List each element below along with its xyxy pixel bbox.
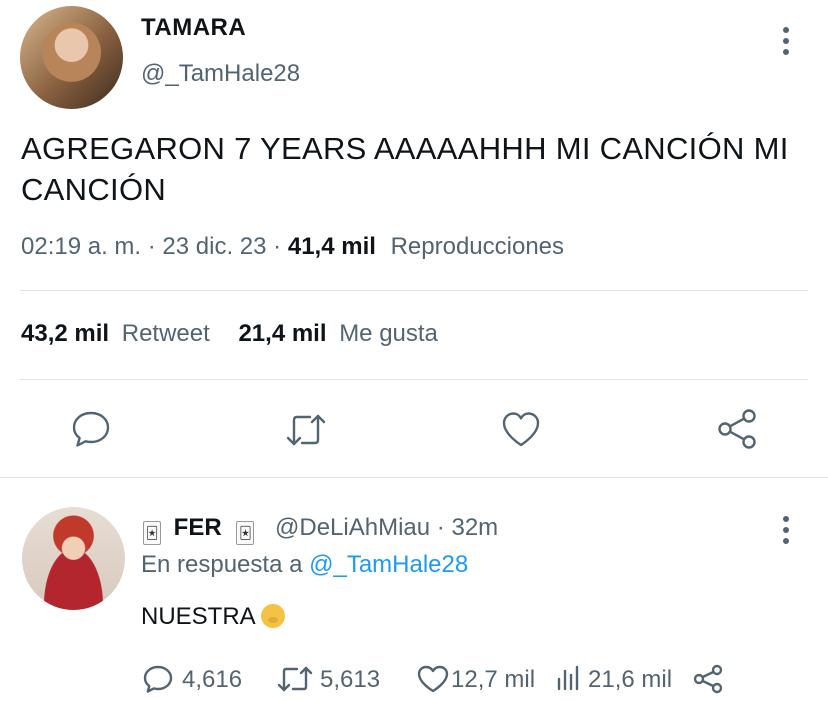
views-icon[interactable] (554, 663, 584, 693)
reply-author-display-name[interactable]: FER (174, 514, 222, 541)
reply-author-handle[interactable]: @DeLiAhMiau (275, 514, 430, 541)
separator-dot: · (147, 233, 163, 260)
card-emoji-icon: 🃏 (236, 521, 255, 545)
reply-text-row: NUESTRA (141, 603, 286, 631)
more-options-icon[interactable] (783, 27, 789, 60)
yawning-face-emoji-icon (261, 604, 286, 628)
author-avatar[interactable] (20, 6, 123, 109)
like-icon[interactable] (500, 409, 542, 449)
reply-text: NUESTRA (141, 603, 255, 630)
retweets-stat[interactable]: 43,2 mil Retweet (21, 320, 210, 347)
likes-count: 21,4 mil (238, 320, 327, 347)
author-display-name[interactable]: TAMARA (141, 14, 246, 42)
reply-icon[interactable] (70, 408, 112, 450)
tweet-text: AGREGARON 7 YEARS AAAAAHHH MI CANCIÓN MI… (21, 131, 789, 207)
reply-views-count: 21,6 mil (588, 666, 673, 693)
reply-header: 🃏 FER 🃏 @DeLiAhMiau · 32m (143, 514, 498, 545)
divider (20, 290, 808, 291)
reply-retweets-count: 5,613 (320, 666, 381, 693)
reply-age[interactable]: 32m (451, 514, 498, 541)
tweet-time[interactable]: 02:19 a. m. (21, 233, 141, 260)
separator-dot: · (273, 233, 288, 260)
like-icon[interactable] (416, 664, 450, 694)
card-emoji-icon: 🃏 (143, 521, 161, 545)
engagement-stats: 43,2 mil Retweet 21,4 mil Me gusta (21, 320, 438, 348)
retweets-count: 43,2 mil (21, 320, 110, 347)
section-divider (0, 477, 828, 478)
retweet-icon[interactable] (284, 410, 328, 450)
likes-label: Me gusta (339, 320, 438, 347)
share-icon[interactable] (692, 664, 724, 694)
reply-context: En respuesta a @_TamHale28 (141, 551, 468, 579)
reply-icon[interactable] (142, 663, 174, 695)
more-options-icon[interactable] (783, 516, 789, 549)
reply-likes-count: 12,7 mil (451, 666, 536, 693)
tweet-date[interactable]: 23 dic. 23 (162, 233, 266, 260)
views-label: Reproducciones (390, 233, 565, 260)
divider (20, 379, 808, 380)
separator-dot: · (436, 514, 452, 541)
share-icon[interactable] (716, 408, 758, 450)
retweet-icon[interactable] (275, 664, 315, 694)
author-handle[interactable]: @_TamHale28 (141, 60, 300, 88)
reply-author-avatar[interactable] (22, 507, 125, 610)
likes-stat[interactable]: 21,4 mil Me gusta (238, 320, 437, 347)
reply-to-label: En respuesta a (141, 551, 303, 578)
reply-to-handle-link[interactable]: @_TamHale28 (309, 551, 468, 578)
retweets-label: Retweet (121, 320, 210, 347)
views-count: 41,4 mil (287, 233, 376, 260)
reply-replies-count: 4,616 (182, 666, 243, 693)
tweet-meta: 02:19 a. m. · 23 dic. 23 · 41,4 mil Repr… (21, 233, 564, 261)
